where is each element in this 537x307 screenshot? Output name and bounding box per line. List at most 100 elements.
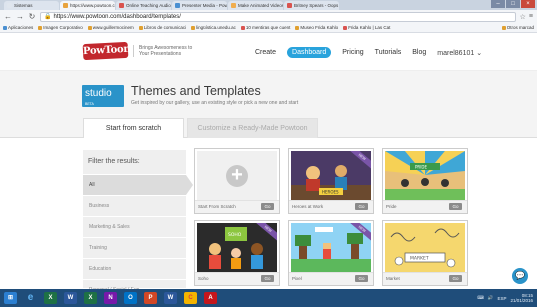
browser-tab[interactable]: Presenter Media - PowerP	[172, 1, 227, 10]
url-text: https://www.powtoon.com/dashboard/templa…	[53, 13, 181, 20]
reload-icon[interactable]: ↻	[28, 12, 36, 21]
go-button[interactable]: Go	[449, 203, 462, 210]
close-icon[interactable]: ×	[521, 0, 535, 8]
top-nav: Create Dashboard Pricing Tutorials Blog …	[255, 47, 482, 58]
go-button[interactable]: Go	[355, 275, 368, 282]
bookmark-label: 10 mentiras que cuent	[245, 25, 291, 30]
tab-start-from-scratch[interactable]: Start from scratch	[83, 118, 184, 139]
bookmark-other[interactable]: Otros marcad	[501, 25, 534, 30]
template-thumbnail[interactable]: HEROES NEW	[291, 151, 371, 200]
filter-panel: Filter the results: All Business Marketi…	[83, 150, 193, 293]
keyboard-icon[interactable]: ⌨	[477, 295, 484, 301]
tab-favicon-icon	[7, 3, 12, 8]
bookmark-item[interactable]: 10 mentiras que cuent	[240, 25, 291, 30]
chat-support-icon[interactable]: 💬	[512, 268, 528, 284]
maximize-icon[interactable]: □	[506, 0, 520, 8]
taskbar-app-acrobat[interactable]: A	[204, 292, 217, 304]
filter-item-education[interactable]: Education	[83, 258, 186, 279]
taskbar-app-excel-2[interactable]: X	[84, 292, 97, 304]
template-thumbnail[interactable]: +	[197, 151, 277, 200]
template-thumbnail[interactable]: NEW	[291, 223, 371, 272]
bookmark-item[interactable]: Museo Frida Kahlo	[295, 25, 338, 30]
taskbar-app-ie[interactable]: e	[24, 292, 37, 304]
filter-title: Filter the results:	[88, 158, 140, 165]
window-controls: – □ ×	[491, 0, 535, 8]
taskbar-app-excel[interactable]: X	[44, 292, 57, 304]
bookmark-label: Libros de comunicaci	[143, 25, 187, 30]
template-card-start-from-scratch[interactable]: + Start From Scratch Go	[194, 148, 280, 214]
tab-label: https://www.powtoon.com	[70, 3, 115, 8]
menu-icon[interactable]: ≡	[529, 13, 533, 21]
minimize-icon[interactable]: –	[491, 0, 505, 8]
browser-tab[interactable]: Make Animated Videos	[228, 1, 283, 10]
forward-icon[interactable]: →	[16, 12, 24, 21]
browser-tab[interactable]: Sistemas	[4, 1, 59, 10]
bookmark-item[interactable]: www.guillermocinem	[87, 25, 134, 30]
taskbar-app-powerpoint[interactable]: P	[144, 292, 157, 304]
tab-favicon-icon	[231, 3, 236, 8]
filter-item-all[interactable]: All	[83, 174, 193, 195]
nav-dashboard[interactable]: Dashboard	[287, 47, 332, 58]
filter-item-marketing[interactable]: Marketing & Sales	[83, 216, 186, 237]
template-card-pixel[interactable]: NEW Pixel Go	[288, 220, 374, 286]
studio-logo: studio BETA	[82, 85, 124, 107]
nav-pricing[interactable]: Pricing	[342, 49, 363, 56]
bookmark-icon	[87, 25, 92, 30]
lock-icon: 🔒	[44, 13, 52, 20]
template-name: Start From Scratch	[198, 204, 236, 209]
browser-tab[interactable]: Britney Spears - Oops	[284, 1, 339, 10]
nav-tutorials[interactable]: Tutorials	[375, 49, 402, 56]
browser-tab-strip: Sistemas https://www.powtoon.com Online …	[0, 0, 537, 10]
template-thumbnail[interactable]: MARKET	[385, 223, 465, 272]
bookmark-item[interactable]: Imagen Corporativo	[38, 25, 83, 30]
taskbar-app-onenote[interactable]: N	[104, 292, 117, 304]
address-bar[interactable]: 🔒 https://www.powtoon.com/dashboard/temp…	[40, 11, 516, 22]
taskbar-app-outlook[interactable]: O	[124, 292, 137, 304]
clock[interactable]: 08:15 21/01/2016	[510, 293, 533, 303]
svg-text:PRIDE: PRIDE	[415, 165, 427, 170]
taskbar-app-chrome[interactable]: C	[184, 292, 197, 304]
go-button[interactable]: Go	[261, 275, 274, 282]
user-menu[interactable]: marel86101 ⌄	[437, 49, 482, 57]
language-indicator[interactable]: ESP	[497, 296, 506, 301]
bookmark-item[interactable]: Aplicaciones	[3, 25, 33, 30]
go-button[interactable]: Go	[449, 275, 462, 282]
bookmark-label: www.guillermocinem	[92, 25, 134, 30]
template-thumbnail[interactable]: PRIDE	[385, 151, 465, 200]
bookmark-item[interactable]: Libros de comunicaci	[138, 25, 187, 30]
bookmark-star-icon[interactable]: ☆	[520, 13, 526, 21]
template-name: Pride	[386, 204, 397, 209]
browser-tab-active[interactable]: https://www.powtoon.com	[60, 1, 115, 10]
bookmark-icon	[191, 25, 196, 30]
bookmark-label: Imagen Corporativo	[43, 25, 83, 30]
template-card-heroes-at-work[interactable]: HEROES NEW Heroes at Work Go	[288, 148, 374, 214]
template-card-soho[interactable]: SOHO NEW Soho Go	[194, 220, 280, 286]
tab-favicon-icon	[287, 3, 292, 8]
template-card-market[interactable]: MARKET Market Go	[382, 220, 468, 286]
nav-blog[interactable]: Blog	[412, 49, 426, 56]
go-button[interactable]: Go	[355, 203, 368, 210]
back-icon[interactable]: ←	[4, 12, 12, 21]
go-button[interactable]: Go	[261, 203, 274, 210]
start-button[interactable]: ⊞	[4, 292, 17, 304]
volume-icon[interactable]: 🔊	[488, 295, 494, 301]
templates-content: Filter the results: All Business Marketi…	[0, 138, 537, 293]
template-thumbnail[interactable]: SOHO NEW	[197, 223, 277, 272]
nav-create[interactable]: Create	[255, 49, 276, 56]
tab-favicon-icon	[175, 3, 180, 8]
bookmark-item[interactable]: lingüística.unedu.ac	[191, 25, 236, 30]
bookmark-item[interactable]: Frida Kahlo | Las Cat	[343, 25, 390, 30]
page-subtitle: Get inspired by our gallery, use an exis…	[131, 100, 299, 106]
card-footer: Market Go	[383, 272, 467, 285]
folder-icon	[501, 25, 506, 30]
taskbar-app-word-2[interactable]: W	[164, 292, 177, 304]
taskbar-app-word[interactable]: W	[64, 292, 77, 304]
username: marel86101	[437, 49, 475, 57]
powtoon-logo[interactable]: PowToon	[82, 41, 131, 61]
tab-customize-ready-made[interactable]: Customize a Ready-Made Powtoon	[187, 118, 318, 139]
filter-item-business[interactable]: Business	[83, 195, 186, 216]
template-card-pride[interactable]: PRIDE Pride Go	[382, 148, 468, 214]
filter-item-training[interactable]: Training	[83, 237, 186, 258]
browser-tab[interactable]: Online Teaching Audio	[116, 1, 171, 10]
site-header: PowToon Brings Awesomeness to Your Prese…	[0, 33, 537, 71]
